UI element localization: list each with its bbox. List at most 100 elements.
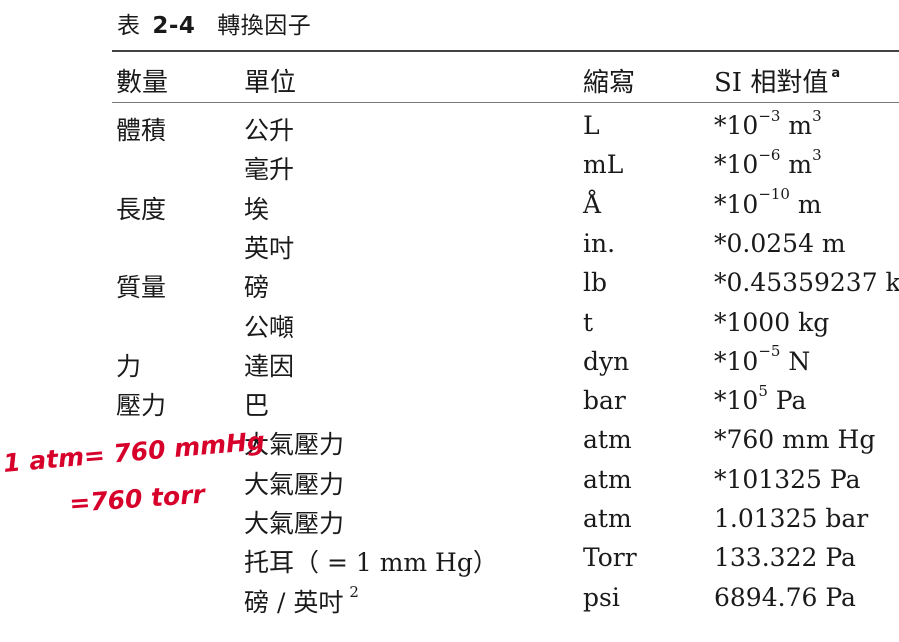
table-row: 長度 埃 Å *10−10 m — [0, 187, 899, 229]
si-value-unit: m — [780, 111, 813, 140]
caption-label: 表 — [117, 13, 141, 39]
si-value-base: 133.322 Pa — [714, 543, 856, 573]
cell-unit: 磅 / 英吋 2 — [244, 583, 359, 619]
cell-abbreviation: dyn — [583, 346, 630, 376]
caption-title: 轉換因子 — [217, 13, 312, 39]
table-row: 英吋 in. *0.0254 m — [0, 229, 899, 268]
cell-unit: 埃 — [244, 190, 269, 226]
cell-si-value: *10−10 m — [714, 187, 822, 219]
cell-unit: 公噸 — [244, 308, 294, 344]
table-row: 公噸 t *1000 kg — [0, 308, 899, 347]
cell-unit-text: 埃 — [244, 194, 270, 224]
si-value-base: 1.01325 bar — [714, 504, 869, 533]
cell-quantity: 質量 — [116, 273, 167, 303]
cell-quantity: 體積 — [116, 116, 167, 145]
header-si-label: SI 相對值 — [714, 68, 829, 98]
table-row: 體積 公升 L *10−3 m3 — [0, 108, 899, 150]
table-header-rule — [112, 102, 899, 103]
cell-si-value: *0.45359237 kg — [714, 268, 899, 297]
header-quantity: 數量 — [116, 68, 169, 98]
cell-si-value: *0.0254 m — [714, 229, 846, 258]
si-value-base: *10 — [714, 150, 759, 180]
table-top-rule — [112, 50, 899, 52]
cell-unit-exponent: 2 — [349, 583, 359, 602]
table-row: 力 達因 dyn *10−5 N — [0, 344, 899, 386]
cell-unit: 英吋 — [244, 229, 294, 265]
si-value-exponent: −6 — [758, 145, 781, 164]
table-row: 質量 磅 lb *0.45359237 kg — [0, 268, 899, 307]
si-value-base: *1000 kg — [714, 307, 830, 337]
handwritten-note: 1 atm= 760 mmHg =760 torr — [2, 426, 266, 518]
si-value-base: *101325 Pa — [714, 464, 861, 494]
si-value-unit: Pa — [767, 386, 807, 416]
cell-si-value: *10−6 m3 — [714, 147, 822, 180]
cell-unit: 巴 — [244, 386, 269, 422]
handwritten-annotation: 1 atm= 760 mmHg =760 torr — [0, 426, 266, 530]
cell-quantity: 壓力 — [116, 391, 167, 421]
cell-quantity: 力 — [116, 351, 142, 381]
cell-unit: 公升 — [244, 111, 294, 147]
cell-si-value: 6894.76 Pa — [714, 583, 856, 612]
header-unit: 單位 — [244, 68, 297, 98]
si-value-base: *10 — [714, 346, 759, 376]
cell-unit-text: 磅 — [244, 273, 270, 303]
cell-unit: 托耳（ = 1 mm Hg） — [244, 543, 498, 579]
cell-unit-text: 達因 — [244, 351, 295, 381]
cell-abbreviation: atm — [583, 504, 632, 533]
cell-abbreviation: lb — [583, 268, 607, 298]
si-value-unit: m — [789, 189, 822, 219]
table-caption: 表 2-4 轉換因子 — [117, 6, 311, 40]
cell-si-value: *10−5 N — [714, 344, 811, 376]
cell-si-value: *105 Pa — [714, 383, 807, 416]
cell-unit-text: 托耳（ = 1 mm Hg） — [244, 548, 498, 578]
cell-unit-text: 大氣壓力 — [244, 509, 345, 538]
si-value-base: *0.0254 m — [714, 228, 846, 258]
table-header: 數量 單位 縮寫 SI 相對值 a — [0, 62, 899, 98]
cell-unit: 大氣壓力 — [244, 504, 344, 540]
header-si-footnote: a — [831, 66, 841, 82]
cell-abbreviation: bar — [583, 386, 626, 416]
cell-abbreviation: L — [583, 111, 600, 140]
cell-quantity: 長度 — [116, 194, 167, 224]
cell-si-value: *1000 kg — [714, 308, 829, 337]
si-value-exponent: −3 — [758, 106, 781, 125]
cell-si-value: *101325 Pa — [714, 465, 860, 494]
cell-abbreviation: psi — [583, 582, 620, 612]
si-value-unit: N — [780, 346, 811, 376]
cell-unit-text: 磅 / 英吋 — [244, 587, 344, 617]
cell-abbreviation: atm — [583, 464, 632, 494]
cell-unit-text: 公升 — [244, 116, 295, 145]
si-value-unit-exponent: 3 — [812, 106, 822, 125]
cell-abbreviation: t — [583, 307, 594, 337]
cell-unit-text: 巴 — [244, 391, 270, 421]
si-value-exponent: −5 — [758, 342, 781, 361]
si-value-base: *0.45359237 kg — [714, 268, 899, 298]
cell-unit-text: 大氣壓力 — [244, 469, 345, 499]
si-value-base: *10 — [714, 111, 759, 140]
cell-abbreviation: Å — [583, 189, 602, 219]
cell-si-value: 1.01325 bar — [714, 504, 868, 533]
header-si: SI 相對值 a — [714, 62, 840, 99]
si-value-exponent: −10 — [758, 185, 790, 204]
cell-unit: 大氣壓力 — [244, 465, 344, 501]
si-value-base: 6894.76 Pa — [714, 582, 856, 612]
cell-abbreviation: Torr — [583, 543, 637, 573]
annotation-line-2: =760 torr — [68, 479, 207, 518]
cell-unit-text: 毫升 — [244, 155, 295, 185]
si-value-base: *10 — [714, 189, 759, 219]
table-row: 毫升 mL *10−6 m3 — [0, 147, 899, 189]
cell-unit: 達因 — [244, 347, 294, 383]
cell-unit-text: 英吋 — [244, 233, 295, 263]
cell-si-value: 133.322 Pa — [714, 543, 856, 572]
si-value-base: *760 mm Hg — [714, 425, 876, 455]
cell-unit-text: 公噸 — [244, 312, 295, 342]
si-value-exponent: 5 — [758, 381, 768, 400]
si-value-unit-exponent: 3 — [812, 145, 822, 164]
table-row: 托耳（ = 1 mm Hg） Torr 133.322 Pa — [0, 543, 899, 582]
cell-unit: 毫升 — [244, 150, 294, 186]
table-row: 壓力 巴 bar *105 Pa — [0, 383, 899, 425]
header-abbr: 縮寫 — [583, 68, 636, 98]
cell-si-value: *10−3 m3 — [714, 108, 822, 140]
si-value-unit: m — [780, 150, 813, 180]
table-row: 磅 / 英吋 2 psi 6894.76 Pa — [0, 583, 899, 622]
